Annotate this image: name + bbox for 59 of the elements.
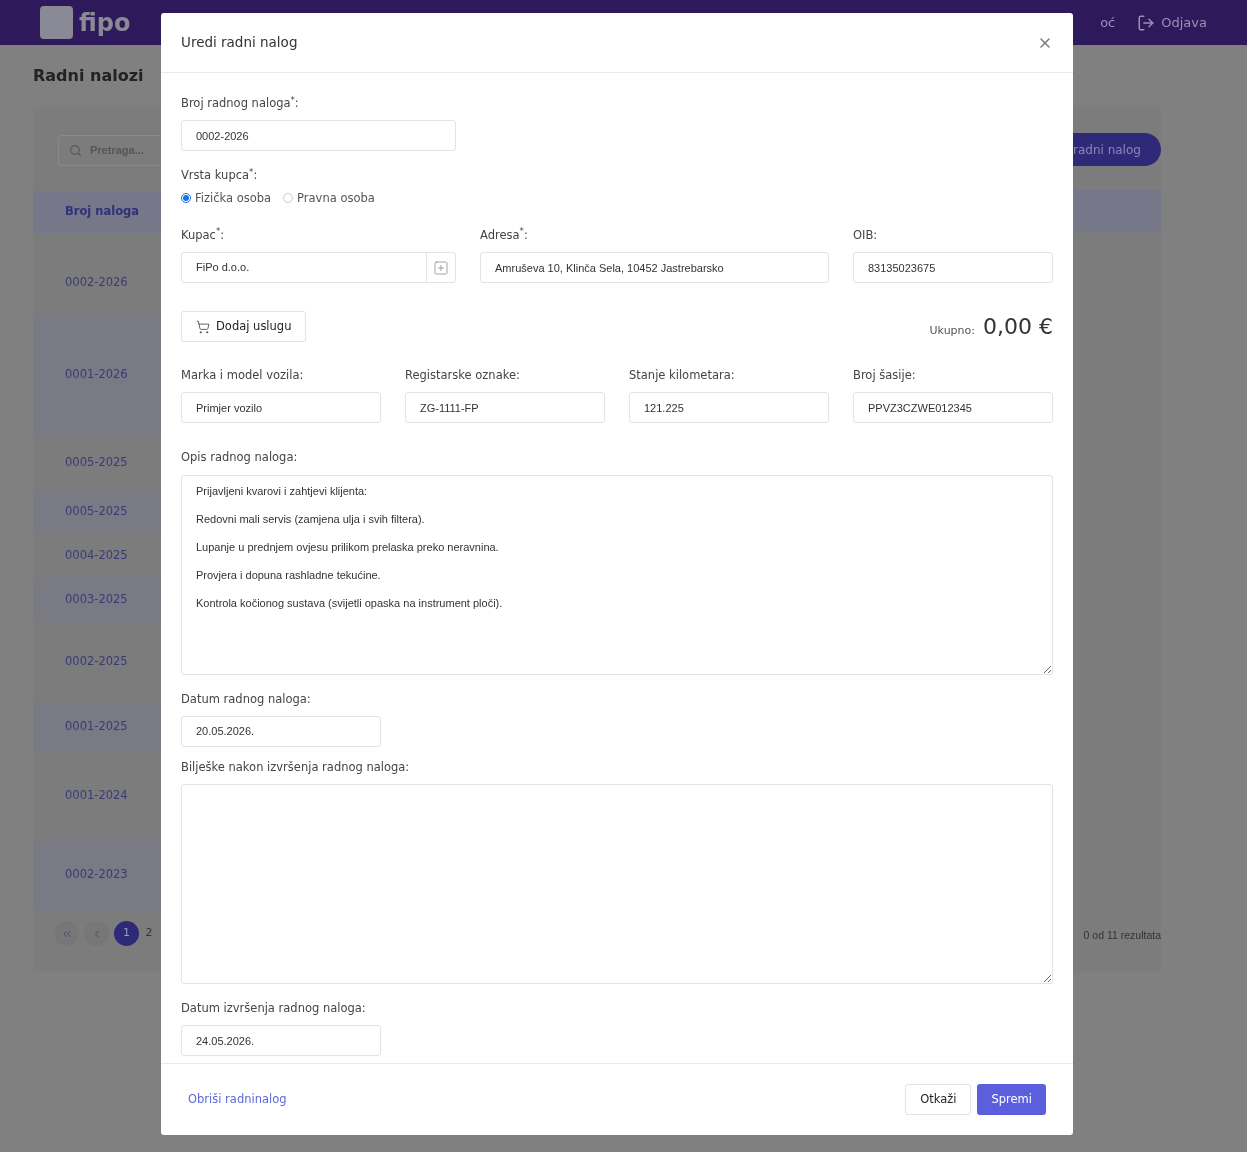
logo-icon xyxy=(40,6,73,39)
total-amount: 0,00 € xyxy=(983,313,1053,341)
customer-field[interactable]: FiPo d.o.o. xyxy=(181,252,456,283)
notes-textarea[interactable] xyxy=(181,784,1053,984)
table-cell-text: 0002-2025 xyxy=(65,652,128,670)
field-label: Registarske oznake: xyxy=(405,367,521,384)
logout-icon xyxy=(1137,13,1156,32)
nav-link[interactable]: oć xyxy=(1100,12,1116,33)
field-label: Vrsta kupca$^{*}$: xyxy=(181,167,259,185)
input-field[interactable]: Primjer vozilo xyxy=(181,392,381,424)
input-field[interactable]: PPVZ3CZWE012345 xyxy=(853,392,1053,424)
dialog-title: Uredi radni nalog xyxy=(181,33,298,53)
result-count: 0 od 11 rezultata xyxy=(1083,928,1161,943)
add-customer-icon[interactable] xyxy=(433,259,449,276)
page-title: Radni nalozi xyxy=(33,65,144,87)
field-label: Kupac$^{*}$: xyxy=(181,226,226,244)
cancel-button[interactable]: Otkaži xyxy=(905,1084,972,1115)
table-cell: 0002-2023 xyxy=(65,866,128,884)
field-label: Datum radnog naloga: xyxy=(181,690,312,708)
field-label: Marka i model vozila: xyxy=(181,367,305,384)
radio-option[interactable]: Fizička osoba xyxy=(181,189,272,207)
table-cell-text: 0005-2025 xyxy=(65,453,128,471)
table-cell: 0003-2025 xyxy=(65,591,128,609)
input-field[interactable]: 24.05.2026. xyxy=(181,1025,381,1057)
description-textarea[interactable]: Prijavljeni kvarovi i zahtjevi klijenta: Redovni mali servis (zamjena ulja i svih filtera). Lupanje u prednjem ovjesu prilikom prelaska preko neravnina. Provjera i dopuna rashladne tekućine. Kontrola kočionog sustava (svijetli opaska na instrument ploči). xyxy=(181,474,1053,675)
radio-option[interactable]: Pravna osoba xyxy=(283,189,375,207)
total-label: Ukupno: xyxy=(929,323,975,339)
field-label: OIB: xyxy=(853,226,879,244)
first-page-button[interactable] xyxy=(54,921,79,946)
table-cell: 0001-2024 xyxy=(65,787,128,805)
field-label: Bilješke nakon izvršenja radnog naloga: xyxy=(181,758,411,776)
table-cell: 0001-2026 xyxy=(65,366,128,384)
page-button[interactable]: 1 xyxy=(114,921,139,946)
table-cell: 0001-2025 xyxy=(65,718,128,736)
field-label: Stanje kilometara: xyxy=(629,367,736,384)
add-order-button[interactable]: radni nalog xyxy=(1073,133,1161,166)
add-service-button[interactable]: Dodaj uslugu xyxy=(181,311,307,342)
save-button[interactable]: Spremi xyxy=(977,1084,1046,1115)
table-cell: 0004-2025 xyxy=(65,547,128,565)
search-icon xyxy=(69,144,82,157)
column-header: Broj naloga xyxy=(65,203,140,221)
input-field[interactable]: 0002-2026 xyxy=(181,120,456,152)
field-label: Adresa$^{*}$: xyxy=(480,226,529,244)
input-field[interactable]: Amruševa 10, Klinča Sela, 10452 Jastrebarsko xyxy=(480,252,829,283)
field-label: Opis radnog naloga: xyxy=(181,449,299,467)
cart-icon xyxy=(196,319,210,334)
field-label: Broj radnog naloga$^{*}$: xyxy=(181,95,300,112)
field-label: Datum izvršenja radnog naloga: xyxy=(181,1000,367,1017)
table-cell: 0002-2026 xyxy=(65,274,128,292)
input-field[interactable]: 83135023675 xyxy=(853,252,1053,283)
nav-link[interactable]: Odjava xyxy=(1161,12,1207,33)
input-field[interactable]: ZG-1111-FP xyxy=(405,392,605,424)
field-label: Broj šasije: xyxy=(853,367,917,384)
input-field[interactable]: 20.05.2026. xyxy=(181,715,381,747)
table-cell: 0005-2025 xyxy=(65,503,128,521)
previous-page-button[interactable] xyxy=(84,921,109,946)
logo-text: fipo xyxy=(79,7,131,39)
delete-link[interactable]: Obriši radninalog xyxy=(188,1090,287,1109)
input-field[interactable]: 121.225 xyxy=(629,392,829,424)
